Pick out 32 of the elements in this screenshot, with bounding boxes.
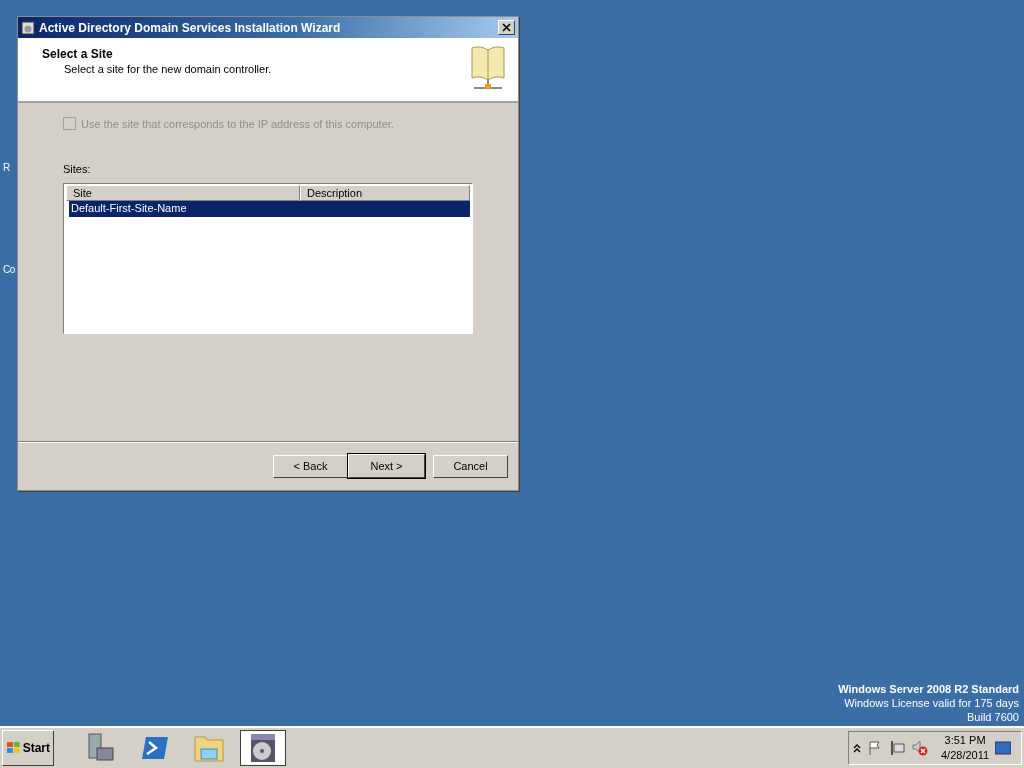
close-button[interactable] xyxy=(498,20,515,35)
server-toolbox-icon xyxy=(85,732,117,764)
page-subheading: Select a site for the new domain controller. xyxy=(64,63,273,75)
start-button[interactable]: Start xyxy=(2,730,54,766)
window-title: Active Directory Domain Services Installation Wizard xyxy=(39,20,342,35)
build-number: Build 7600 xyxy=(967,710,1019,724)
license-notice: Windows License valid for 175 days xyxy=(844,696,1019,710)
desktop-icon-label[interactable]: Co xyxy=(3,264,15,275)
desktop-icon-label[interactable]: R xyxy=(3,162,10,173)
column-header[interactable]: Site xyxy=(66,185,300,201)
chevron-up-icon[interactable] xyxy=(853,743,861,753)
powershell-icon xyxy=(140,735,170,761)
close-icon xyxy=(502,23,511,32)
flag-icon[interactable] xyxy=(867,740,883,756)
site-row[interactable]: Default-First-Site-Name xyxy=(69,201,470,217)
wizard-button[interactable]: < Back xyxy=(273,454,348,478)
network-icon[interactable] xyxy=(889,740,905,756)
page-heading: Select a Site xyxy=(42,47,114,61)
windows-flag-icon xyxy=(6,741,22,755)
checkbox-label: Use the site that corresponds to the IP address of this computer. xyxy=(81,117,394,130)
wizard-app-icon xyxy=(21,20,35,35)
product-edition: Windows Server 2008 R2 Standard xyxy=(838,682,1019,696)
book-network-icon xyxy=(470,44,506,92)
sites-label: Sites: xyxy=(63,163,92,175)
wizard-button[interactable]: Cancel xyxy=(433,454,508,478)
show-desktop-icon[interactable] xyxy=(995,741,1012,755)
wizard-button[interactable]: Next > xyxy=(348,454,425,478)
speaker-muted-icon[interactable] xyxy=(911,739,929,757)
taskbar-app[interactable] xyxy=(240,730,286,766)
column-header[interactable]: Description xyxy=(300,185,470,201)
clock[interactable]: 3:51 PM 4/28/2011 xyxy=(941,733,990,763)
folder-icon xyxy=(193,733,225,763)
